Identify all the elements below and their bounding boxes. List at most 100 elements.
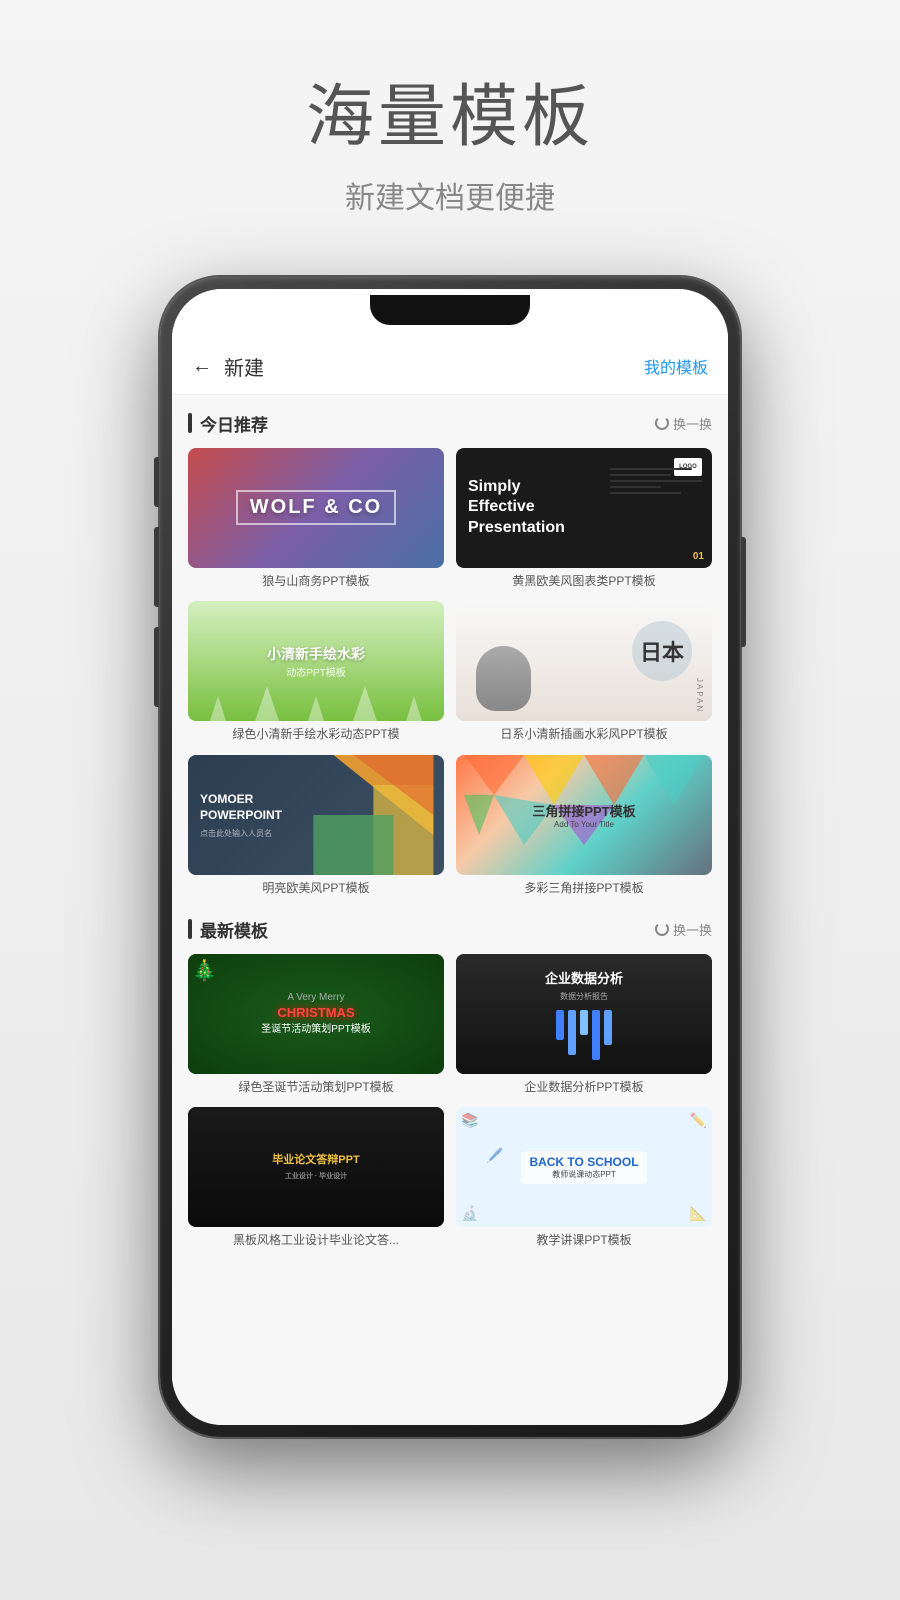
template-name-graduation: 黑板风格工业设计毕业论文答... <box>188 1233 444 1249</box>
phone-vol-down <box>154 627 159 707</box>
template-name-christmas: 绿色圣诞节活动策划PPT模板 <box>188 1080 444 1096</box>
xmas-decoration: 🎄 <box>192 958 217 983</box>
japan-circle: 日本 <box>632 621 692 681</box>
doodle-4: 📐 <box>690 1205 707 1222</box>
latest-refresh-button[interactable]: 换一换 <box>655 920 712 939</box>
template-thumb-enterprise: 企业数据分析 数据分析报告 <box>456 954 712 1074</box>
header-title: 新建 <box>224 352 644 381</box>
template-watercolor[interactable]: 小清新手绘水彩 动态PPT模板 <box>188 601 444 743</box>
enterprise-subtitle: 数据分析报告 <box>545 991 623 1002</box>
tree-1 <box>210 696 226 721</box>
today-title-wrap: 今日推荐 <box>188 411 268 436</box>
teacher-sub-text: 教师说课动态PPT <box>529 1169 638 1180</box>
latest-template-grid: A Very Merry CHRISTMAS 圣诞节活动策划PPT模板 🎄 绿色… <box>188 954 712 1249</box>
refresh-icon-latest <box>655 922 669 936</box>
simply-text: SimplyEffectivePresentation <box>468 477 700 539</box>
latest-title-wrap: 最新模板 <box>188 917 268 942</box>
watercolor-sub: 动态PPT模板 <box>267 664 365 679</box>
section-bar-latest <box>188 919 192 939</box>
latest-section: 最新模板 换一换 <box>188 917 712 1249</box>
template-wolf[interactable]: WOLF & CO 狼与山商务PPT模板 <box>188 448 444 590</box>
section-bar-today <box>188 413 192 433</box>
xmas-title: CHRISTMAS <box>261 1005 370 1020</box>
page-title-sub: 新建文档更便捷 <box>306 173 594 217</box>
template-thumb-teacher: 📚 ✏️ 🔬 📐 🖊️ BACK TO SCHOOL 教师说课动态PPT <box>456 1107 712 1227</box>
template-name-teacher: 教学讲课PPT模板 <box>456 1233 712 1249</box>
today-section-header: 今日推荐 换一换 <box>188 411 712 436</box>
template-triangle[interactable]: 三角拼接PPT模板 Add To Your Title <box>456 755 712 897</box>
doodle-2: ✏️ <box>690 1112 707 1129</box>
doodle-5: 🖊️ <box>486 1147 503 1164</box>
tree-3 <box>308 696 324 721</box>
enterprise-content: 企业数据分析 数据分析报告 <box>545 968 623 1060</box>
template-name-simply: 黄黑欧美风图表类PPT模板 <box>456 574 712 590</box>
today-refresh-button[interactable]: 换一换 <box>655 414 712 433</box>
app-content: ← 新建 我的模板 今日推荐 换一换 <box>172 289 728 1425</box>
japan-side-text: JAPAN <box>695 678 704 713</box>
page-header: 海量模板 新建文档更便捷 <box>306 0 594 217</box>
watercolor-text: 小清新手绘水彩 动态PPT模板 <box>267 644 365 679</box>
today-template-grid: WOLF & CO 狼与山商务PPT模板 LOGO SimplyEffectiv… <box>188 448 712 897</box>
tree-shapes-deco <box>188 671 444 721</box>
template-name-japan: 日系小清新插画水彩风PPT模板 <box>456 727 712 743</box>
xmas-subtitle: 圣诞节活动策划PPT模板 <box>261 1020 370 1035</box>
yomoer-title: YOMOERPOWERPOINT <box>200 791 432 825</box>
back-button[interactable]: ← <box>192 355 212 378</box>
phone-notch <box>370 295 530 325</box>
latest-refresh-label: 换一换 <box>673 920 712 939</box>
phone-mockup: ← 新建 我的模板 今日推荐 换一换 <box>160 277 740 1437</box>
template-graduation[interactable]: 毕业论文答辩PPT 工业设计 · 毕业设计 黑板风格工业设计毕业论文答... <box>188 1107 444 1249</box>
xmas-text: A Very Merry CHRISTMAS 圣诞节活动策划PPT模板 <box>261 992 370 1035</box>
my-template-button[interactable]: 我的模板 <box>644 354 708 378</box>
phone-power-btn <box>741 537 746 647</box>
template-thumb-yomoer: YOMOERPOWERPOINT 点击此处输入人员名 <box>188 755 444 875</box>
phone-vol-mute <box>154 457 159 507</box>
template-yomoer[interactable]: YOMOERPOWERPOINT 点击此处输入人员名 明亮欧美风PPT模板 <box>188 755 444 897</box>
tree-2 <box>255 686 279 721</box>
latest-section-title: 最新模板 <box>200 917 268 942</box>
tree-5 <box>406 696 422 721</box>
triangle-text: 三角拼接PPT模板 Add To Your Title <box>532 801 635 829</box>
template-thumb-watercolor: 小清新手绘水彩 动态PPT模板 <box>188 601 444 721</box>
template-japan[interactable]: 日本 JAPAN 日系小清新插画水彩风PPT模板 <box>456 601 712 743</box>
teacher-back-text: BACK TO SCHOOL <box>529 1155 638 1169</box>
grad-subtitle: 工业设计 · 毕业设计 <box>272 1172 359 1182</box>
tree-4 <box>353 686 377 721</box>
enterprise-bars <box>545 1010 623 1060</box>
doodle-1: 📚 <box>461 1112 478 1129</box>
template-christmas[interactable]: A Very Merry CHRISTMAS 圣诞节活动策划PPT模板 🎄 绿色… <box>188 954 444 1096</box>
app-header: ← 新建 我的模板 <box>172 339 728 395</box>
enterprise-title: 企业数据分析 <box>545 968 623 987</box>
template-enterprise[interactable]: 企业数据分析 数据分析报告 <box>456 954 712 1096</box>
template-thumb-japan: 日本 JAPAN <box>456 601 712 721</box>
watercolor-title: 小清新手绘水彩 <box>267 644 365 664</box>
today-refresh-label: 换一换 <box>673 414 712 433</box>
template-thumb-wolf: WOLF & CO <box>188 448 444 568</box>
scroll-content: 今日推荐 换一换 WOLF & CO <box>172 395 728 1425</box>
template-thumb-triangle: 三角拼接PPT模板 Add To Your Title <box>456 755 712 875</box>
refresh-icon-today <box>655 416 669 430</box>
tri-sub: Add To Your Title <box>532 820 635 829</box>
template-simply[interactable]: LOGO SimplyEffectivePresentation 01 <box>456 448 712 590</box>
template-name-enterprise: 企业数据分析PPT模板 <box>456 1080 712 1096</box>
template-teacher[interactable]: 📚 ✏️ 🔬 📐 🖊️ BACK TO SCHOOL 教师说课动态PPT <box>456 1107 712 1249</box>
phone-vol-up <box>154 527 159 607</box>
template-name-watercolor: 绿色小清新手绘水彩动态PPT模 <box>188 727 444 743</box>
xmas-top-text: A Very Merry <box>261 992 370 1003</box>
yomoer-text-wrap: YOMOERPOWERPOINT 点击此处输入人员名 <box>200 791 432 840</box>
template-thumb-simply: LOGO SimplyEffectivePresentation 01 <box>456 448 712 568</box>
latest-section-header: 最新模板 换一换 <box>188 917 712 942</box>
template-name-yomoer: 明亮欧美风PPT模板 <box>188 881 444 897</box>
phone-shell: ← 新建 我的模板 今日推荐 换一换 <box>160 277 740 1437</box>
phone-screen: ← 新建 我的模板 今日推荐 换一换 <box>172 289 728 1425</box>
grad-text: 毕业论文答辩PPT 工业设计 · 毕业设计 <box>272 1153 359 1182</box>
template-thumb-graduation: 毕业论文答辩PPT 工业设计 · 毕业设计 <box>188 1107 444 1227</box>
template-name-triangle: 多彩三角拼接PPT模板 <box>456 881 712 897</box>
page-title-main: 海量模板 <box>306 80 594 155</box>
today-section-title: 今日推荐 <box>200 411 268 436</box>
template-thumb-christmas: A Very Merry CHRISTMAS 圣诞节活动策划PPT模板 🎄 <box>188 954 444 1074</box>
tri-title: 三角拼接PPT模板 <box>532 801 635 820</box>
wolf-co-text: WOLF & CO <box>236 490 396 525</box>
grad-title: 毕业论文答辩PPT <box>272 1153 359 1168</box>
yomoer-sub: 点击此处输入人员名 <box>200 828 432 839</box>
